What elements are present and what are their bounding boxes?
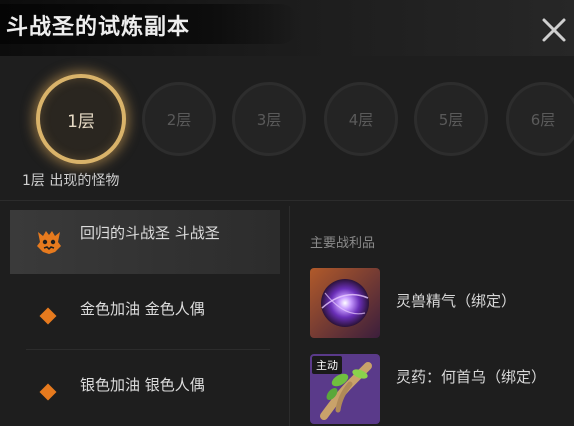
floor-tab-3[interactable]: 3层 — [232, 82, 306, 156]
loot-item-1[interactable]: 灵兽精气（绑定） — [310, 268, 570, 338]
orange-diamond-icon — [39, 307, 57, 325]
floor-selector: 1层 2层 3层 4层 5层 6层 — [0, 74, 574, 164]
monster-item-2[interactable]: 金色加油 金色人偶 — [10, 286, 280, 350]
floor-tab-4[interactable]: 4层 — [324, 82, 398, 156]
item-divider — [26, 349, 270, 350]
loot-item-2[interactable]: 主动 灵药：何首乌（绑定） — [310, 354, 570, 424]
floor-tab-2[interactable]: 2层 — [142, 82, 216, 156]
floor-tab-1[interactable]: 1层 — [36, 74, 126, 164]
active-tag: 主动 — [312, 356, 342, 374]
orange-diamond-icon — [39, 383, 57, 401]
monster-item-1[interactable]: 回归的斗战圣 斗战圣 — [10, 210, 280, 274]
monster-list: 回归的斗战圣 斗战圣 金色加油 金色人偶 银色加油 银色人偶 — [0, 210, 286, 426]
close-button[interactable] — [538, 14, 570, 46]
dungeon-title: 斗战圣的试炼副本 — [6, 14, 191, 40]
column-divider — [289, 206, 290, 426]
section-divider — [0, 200, 574, 201]
floor-tab-6[interactable]: 6层 — [506, 82, 574, 156]
loot-name: 灵兽精气（绑定） — [396, 292, 517, 310]
monster-name: 回归的斗战圣 斗战圣 — [80, 224, 220, 242]
loot-name: 灵药：何首乌（绑定） — [396, 368, 547, 386]
monster-name: 银色加油 银色人偶 — [80, 376, 205, 394]
purple-orb-icon — [310, 268, 380, 338]
close-icon — [542, 18, 566, 42]
demon-face-icon — [37, 231, 61, 254]
loot-section-title: 主要战利品 — [310, 236, 376, 251]
monster-name: 金色加油 金色人偶 — [80, 300, 205, 318]
floor-monsters-caption: 1层 出现的怪物 — [22, 173, 120, 189]
floor-tab-5[interactable]: 5层 — [414, 82, 488, 156]
herb-root-icon: 主动 — [310, 354, 380, 424]
title-bar: 斗战圣的试炼副本 — [0, 0, 574, 56]
monster-item-3[interactable]: 银色加油 银色人偶 — [10, 362, 280, 426]
